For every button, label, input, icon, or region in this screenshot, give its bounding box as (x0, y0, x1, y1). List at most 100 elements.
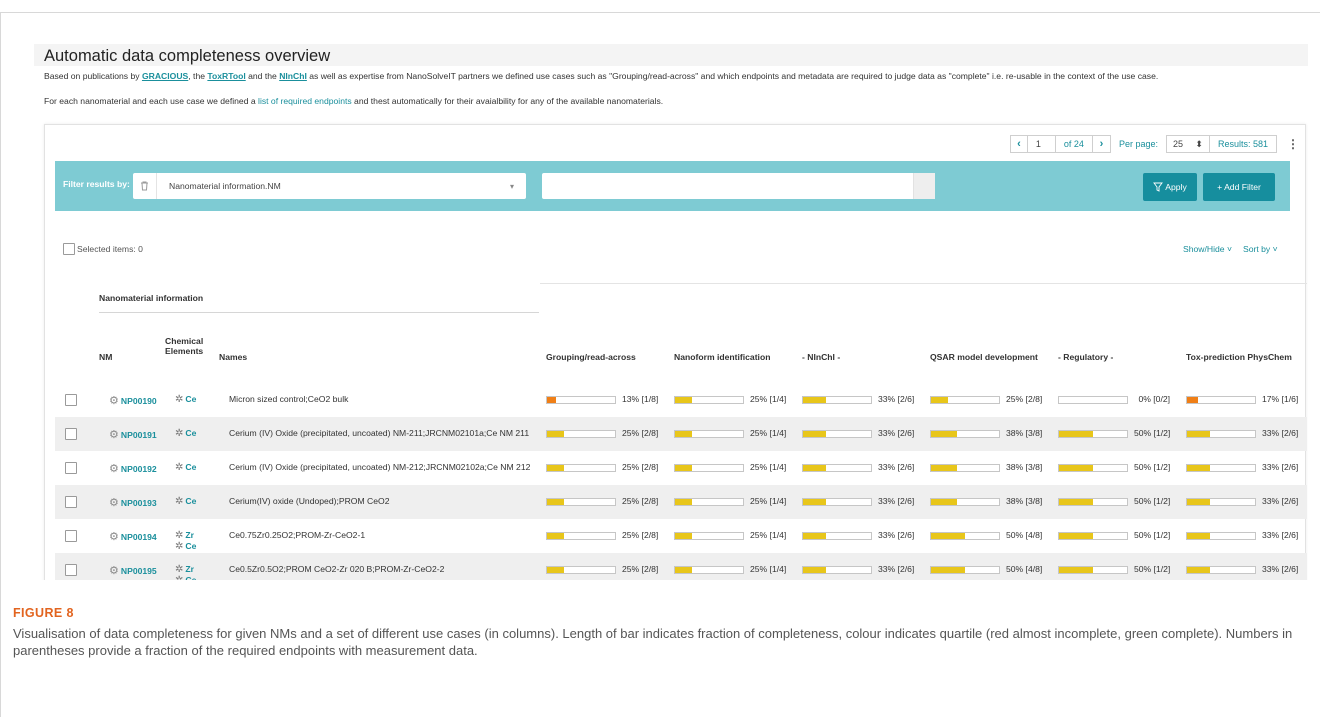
row-checkbox[interactable] (65, 394, 77, 406)
intro-text: Based on publications by (44, 71, 142, 81)
completeness-label: 33% [2/6] (1262, 530, 1299, 540)
gracious-link[interactable]: GRACIOUS (142, 71, 188, 81)
element-link[interactable]: ✲Ce (175, 428, 196, 439)
column-header-elements[interactable]: Chemical Elements (165, 336, 203, 356)
completeness-bar (930, 430, 1000, 438)
atom-icon: ✲ (175, 541, 184, 552)
prev-page-button[interactable]: ‹ (1009, 135, 1028, 153)
column-header-ninchi[interactable]: - NInChI - (802, 352, 840, 362)
nm-id: NP00194 (120, 531, 157, 542)
column-header-nanoform[interactable]: Nanoform identification (674, 352, 770, 362)
element-link[interactable]: ✲Ce (175, 462, 196, 473)
filter-field-select[interactable]: Nanomaterial information.NM ▾ (133, 173, 526, 199)
completeness-bar (674, 498, 744, 506)
completeness-bar-fill (803, 533, 826, 539)
table-row[interactable]: ⚙ NP00192 ✲ Ce Cerium (IV) Oxide (precipitat… (55, 451, 1307, 485)
select-all-checkbox[interactable] (63, 243, 75, 255)
completeness-label: 25% [1/4] (750, 496, 787, 506)
filter-input-addon[interactable] (913, 173, 935, 199)
completeness-bar (930, 532, 1000, 540)
column-header-names[interactable]: Names (219, 352, 247, 362)
apply-filter-button[interactable]: Apply (1143, 173, 1197, 201)
sort-by-menu[interactable]: Sort by ˅ (1243, 244, 1278, 254)
nanomaterial-icon: ⚙ (109, 565, 119, 577)
completeness-bar-fill (1059, 499, 1093, 505)
column-header-grouping[interactable]: Grouping/read-across (546, 352, 636, 362)
more-options-icon[interactable]: ⋮ (1287, 137, 1299, 151)
table-row[interactable]: ⚙ NP00193 ✲ Ce Cerium(IV) oxide (Undoped);PR… (55, 485, 1307, 519)
element-symbol: Ce (185, 428, 197, 438)
completeness-label: 38% [3/8] (1006, 428, 1043, 438)
filter-value-input[interactable] (542, 173, 935, 199)
table-row[interactable]: ⚙ NP00191 ✲ Ce Cerium (IV) Oxide (precipitat… (55, 417, 1307, 451)
element-link[interactable]: ✲Ce (175, 541, 196, 552)
atom-icon: ✲ (175, 428, 184, 439)
completeness-label: 50% [1/2] (1134, 462, 1171, 472)
completeness-bar (930, 498, 1000, 506)
intro-paragraph-2: For each nanomaterial and each use case … (44, 96, 1308, 107)
show-hide-menu[interactable]: Show/Hide ˅ (1183, 244, 1232, 254)
nm-link[interactable]: ⚙ NP00190 (109, 394, 157, 407)
intro-text: as well as expertise from NanoSolveIT pa… (306, 71, 1159, 81)
intro-text: For each nanomaterial and each use case … (44, 96, 259, 106)
row-checkbox[interactable] (65, 564, 77, 576)
element-link[interactable]: ✲ Zr (175, 564, 196, 575)
completeness-bar-fill (1059, 533, 1093, 539)
chevron-down-icon: ˅ (1272, 244, 1278, 254)
completeness-bar (1058, 464, 1128, 472)
completeness-bar (1186, 430, 1256, 438)
toxrtool-link[interactable]: ToxRTool (207, 71, 245, 81)
completeness-bar (802, 396, 872, 404)
element-link[interactable]: ✲Ce (175, 575, 196, 580)
required-endpoints-link[interactable]: list of required endpoints (258, 96, 352, 106)
nanomaterial-icon: ⚙ (109, 395, 119, 407)
per-page-select[interactable]: 25 ⬍ (1165, 135, 1210, 153)
table-row[interactable]: ⚙ NP00190 ✲ Ce Micron sized control;CeO2 bul… (55, 383, 1307, 417)
element-link[interactable]: ✲Ce (175, 394, 196, 405)
completeness-bar-fill (1187, 567, 1210, 573)
nm-link[interactable]: ⚙ NP00193 (109, 496, 157, 509)
completeness-bar-fill (1187, 499, 1210, 505)
nm-link[interactable]: ⚙ NP00191 (109, 428, 157, 441)
completeness-bar-fill (803, 397, 826, 403)
row-checkbox[interactable] (65, 530, 77, 542)
element-symbol: Ce (185, 541, 197, 551)
results-card: ‹ 1 of 24 › Per page: 25 ⬍ Results: 581 ⋮… (44, 124, 1307, 580)
nm-link[interactable]: ⚙ NP00195 (109, 564, 157, 577)
completeness-bar (546, 498, 616, 506)
element-link[interactable]: ✲ Zr (175, 530, 196, 541)
completeness-label: 33% [2/6] (1262, 428, 1299, 438)
completeness-bar-fill (547, 499, 564, 505)
row-checkbox[interactable] (65, 428, 77, 440)
next-page-button[interactable]: › (1092, 135, 1111, 153)
completeness-label: 33% [2/6] (878, 530, 915, 540)
app-screenshot: Automatic data completeness overview Bas… (34, 44, 1308, 580)
table-row[interactable]: ⚙NP00195 ✲Zr✲Ce Ce0.5Zr0.5O2;PROM CeO2-Zr … (55, 553, 1307, 580)
row-checkbox[interactable] (65, 462, 77, 474)
completeness-bar-fill (675, 431, 692, 437)
add-filter-button[interactable]: + Add Filter (1203, 173, 1275, 201)
ninchi-link[interactable]: NInChI (279, 71, 307, 81)
nm-names: Ce0.75Zr0.25O2;PROM-Zr-CeO2-1 (229, 530, 366, 540)
completeness-bar-fill (547, 465, 564, 471)
table-row[interactable]: ⚙ NP00194 ✲ Zr ✲ Ce Ce0.75Zr0.25O2;PROM-Zr-CeO… (55, 519, 1307, 553)
page-number-input[interactable]: 1 (1027, 135, 1056, 153)
pagination: ‹ 1 of 24 › Per page: 25 ⬍ Results: 581 ⋮ (1009, 133, 1299, 155)
completeness-label: 33% [2/6] (1262, 462, 1299, 472)
element-link[interactable]: ✲Ce (175, 496, 196, 507)
completeness-label: 33% [2/6] (878, 394, 915, 404)
nm-link[interactable]: ⚙ NP00194 (109, 530, 157, 543)
intro-text: , the (188, 71, 208, 81)
column-header-qsar[interactable]: QSAR model development (930, 352, 1038, 362)
page-count: of 24 (1055, 135, 1093, 153)
completeness-bar (1058, 566, 1128, 574)
column-header-tox-prediction[interactable]: Tox-prediction PhysChem (1186, 352, 1292, 362)
column-header-nm[interactable]: NM (99, 352, 112, 362)
completeness-bar (1058, 532, 1128, 540)
trash-icon[interactable] (133, 173, 157, 199)
row-checkbox[interactable] (65, 496, 77, 508)
column-header-regulatory[interactable]: - Regulatory - (1058, 352, 1113, 362)
nm-link[interactable]: ⚙ NP00192 (109, 462, 157, 475)
apply-label: Apply (1165, 182, 1187, 192)
completeness-bar-fill (547, 397, 556, 403)
